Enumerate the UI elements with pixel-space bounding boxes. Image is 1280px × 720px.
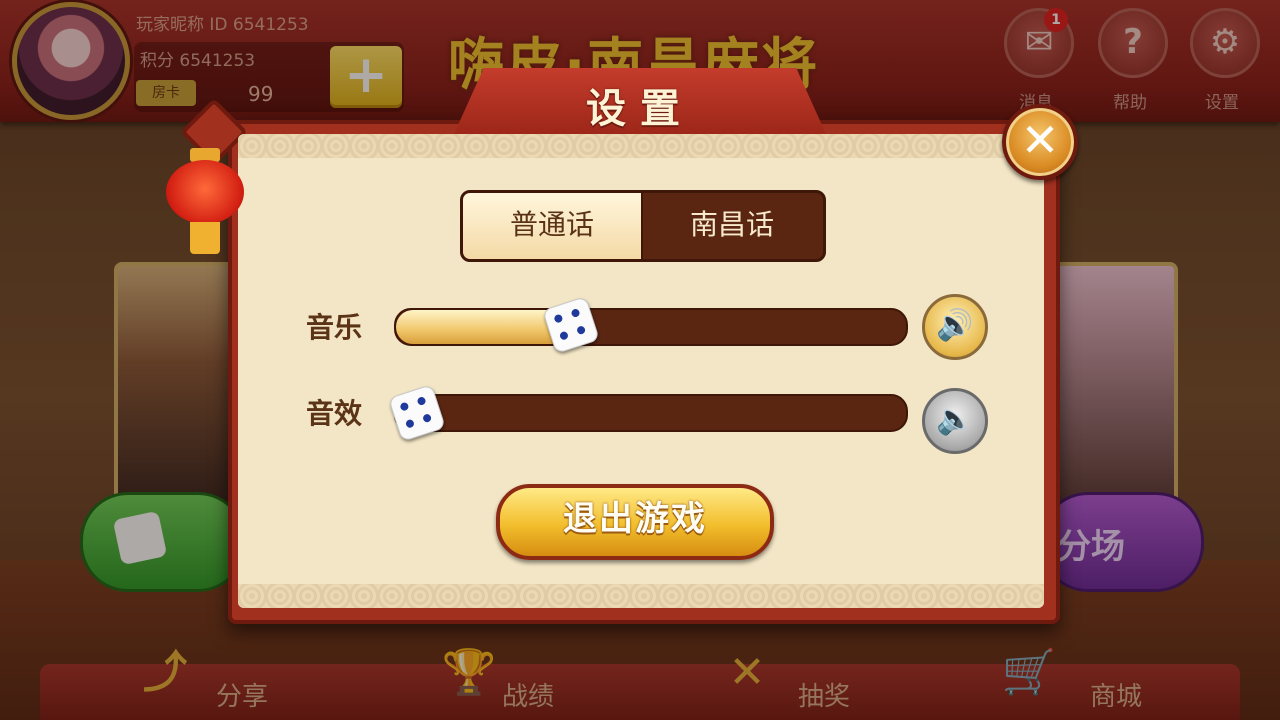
sfx-speaker-icon[interactable]: 🔈 [922,388,988,454]
sfx-label: 音效 [306,397,363,430]
close-button[interactable]: ✕ [1002,104,1078,180]
music-slider[interactable] [394,308,908,346]
ornament-band-bottom [238,584,1044,608]
music-speaker-icon[interactable]: 🔊 [922,294,988,360]
sfx-slider[interactable] [394,394,908,432]
language-option-nanchang[interactable]: 南昌话 [643,193,821,259]
close-icon: ✕ [1020,113,1060,167]
dialog-title: 设置 [586,86,694,132]
lantern-icon [166,148,244,256]
language-selector: 普通话 南昌话 [460,190,826,262]
ornament-band-top [238,134,1044,158]
music-label: 音乐 [306,311,363,344]
exit-game-button[interactable]: 退出游戏 [496,484,774,560]
language-option-mandarin[interactable]: 普通话 [463,193,643,259]
